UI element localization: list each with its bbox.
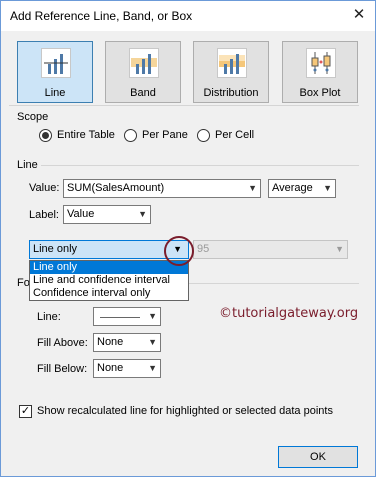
- confidence-percent-text: 95: [197, 243, 210, 255]
- highlight-circle: [164, 236, 194, 266]
- title-bar: Add Reference Line, Band, or Box ✕: [1, 1, 375, 31]
- label-select[interactable]: Value ▼: [63, 205, 151, 224]
- value-field-select[interactable]: SUM(SalesAmount) ▼: [63, 179, 261, 198]
- fill-below-label: Fill Below:: [37, 363, 88, 375]
- ok-button[interactable]: OK: [278, 446, 358, 468]
- scope-group-label: Scope: [17, 111, 49, 123]
- type-button-distribution[interactable]: Distribution: [193, 41, 269, 103]
- type-label-distribution: Distribution: [203, 87, 259, 99]
- label-select-text: Value: [67, 208, 95, 220]
- close-icon[interactable]: ✕: [346, 3, 372, 27]
- line-style-sample: [100, 317, 140, 318]
- recalculated-label[interactable]: Show recalculated line for highlighted o…: [37, 405, 333, 417]
- fill-below-text: None: [97, 362, 124, 374]
- line-style-label: Line:: [37, 311, 61, 323]
- formatting-group-label: Fo: [17, 277, 30, 289]
- confidence-percent-select[interactable]: 95 ▼: [193, 240, 348, 259]
- fill-below-select[interactable]: None ▼: [93, 359, 161, 378]
- dropdown-item-confidence-only[interactable]: Confidence interval only: [30, 287, 188, 300]
- scope-per-cell-radio[interactable]: [197, 129, 210, 142]
- line-separator: [41, 165, 359, 166]
- reference-line-icon: [41, 48, 71, 78]
- aggregation-text: Average: [272, 182, 313, 194]
- dialog-window: Add Reference Line, Band, or Box ✕ Line: [0, 0, 376, 477]
- line-group-label: Line: [17, 159, 38, 171]
- value-field-text: SUM(SalesAmount): [67, 182, 165, 194]
- aggregation-select[interactable]: Average ▼: [268, 179, 336, 198]
- confidence-select-text: Line only: [33, 243, 78, 255]
- fill-above-text: None: [97, 336, 124, 348]
- chevron-down-icon: ▼: [138, 209, 147, 219]
- scope-per-pane-label[interactable]: Per Pane: [142, 129, 188, 141]
- type-button-box-plot[interactable]: Box Plot: [282, 41, 358, 103]
- scope-separator: [9, 105, 359, 106]
- chevron-down-icon: ▼: [335, 244, 344, 254]
- type-button-line[interactable]: Line: [17, 41, 93, 103]
- dropdown-item-line-and-confidence[interactable]: Line and confidence interval: [30, 274, 188, 287]
- scope-entire-table-radio[interactable]: [39, 129, 52, 142]
- type-label-band: Band: [130, 87, 156, 99]
- dropdown-item-line-only[interactable]: Line only: [30, 261, 188, 274]
- value-label: Value:: [29, 182, 60, 194]
- confidence-dropdown-list: Line only Line and confidence interval C…: [29, 260, 189, 301]
- scope-per-pane-radio[interactable]: [124, 129, 137, 142]
- chevron-down-icon: ▼: [248, 183, 257, 193]
- watermark-text: ©tutorialgateway.org: [219, 306, 359, 321]
- line-style-select[interactable]: ▼: [93, 307, 161, 326]
- chevron-down-icon: ▼: [148, 337, 157, 347]
- fill-above-label: Fill Above:: [37, 337, 88, 349]
- chevron-down-icon: ▼: [148, 363, 157, 373]
- formatting-separator: [189, 283, 359, 284]
- box-plot-icon: [306, 48, 336, 78]
- dialog-title: Add Reference Line, Band, or Box: [10, 9, 193, 23]
- chevron-down-icon: ▼: [323, 183, 332, 193]
- distribution-icon: [217, 48, 247, 78]
- recalculated-checkbox[interactable]: ✓: [19, 405, 32, 418]
- scope-entire-table-label[interactable]: Entire Table: [57, 129, 115, 141]
- scope-per-cell-label[interactable]: Per Cell: [215, 129, 254, 141]
- type-button-band[interactable]: Band: [105, 41, 181, 103]
- chevron-down-icon: ▼: [148, 311, 157, 321]
- label-label: Label:: [29, 209, 59, 221]
- type-label-box-plot: Box Plot: [299, 87, 341, 99]
- type-label-line: Line: [44, 87, 66, 99]
- reference-band-icon: [129, 48, 159, 78]
- fill-above-select[interactable]: None ▼: [93, 333, 161, 352]
